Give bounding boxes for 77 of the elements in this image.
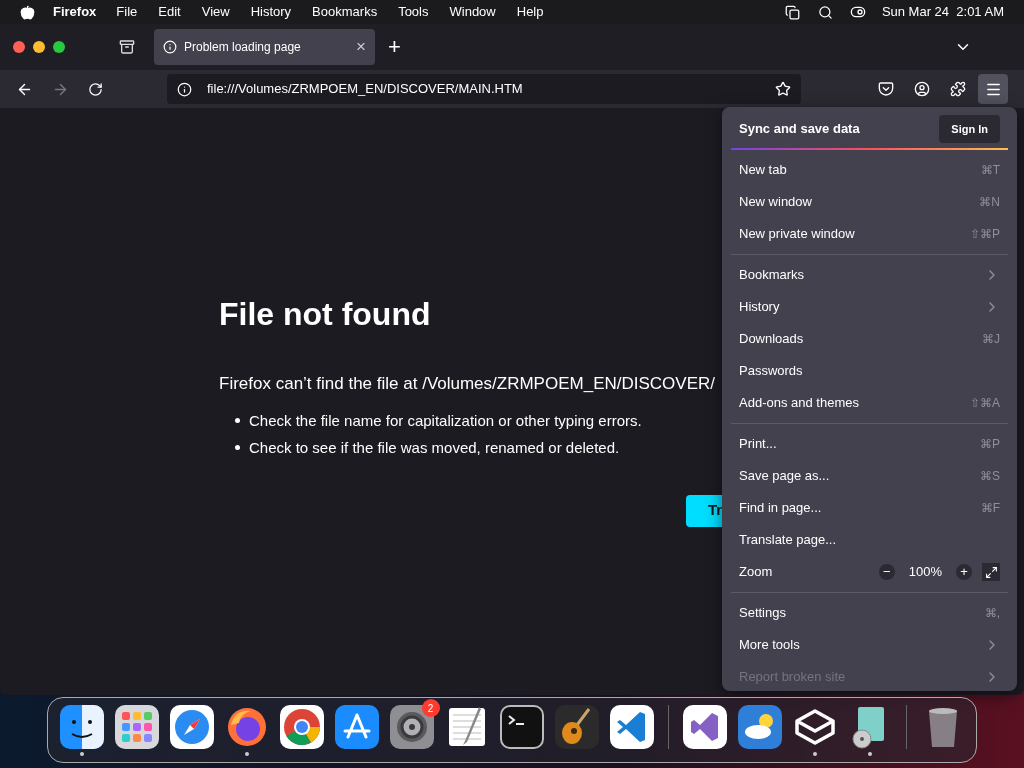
extensions-icon[interactable] bbox=[950, 81, 966, 97]
apple-logo-icon[interactable] bbox=[20, 4, 35, 20]
menu-item[interactable]: Downloads ⌘J bbox=[731, 323, 1008, 355]
cloud-sun-icon[interactable] bbox=[737, 705, 782, 749]
menu-bar-item[interactable]: Help bbox=[516, 2, 544, 22]
submenu-item[interactable]: History bbox=[731, 291, 1008, 323]
pocket-icon[interactable] bbox=[878, 81, 894, 97]
fullscreen-button[interactable] bbox=[982, 563, 1000, 581]
menu-bar-item[interactable]: Tools bbox=[398, 2, 429, 22]
shortcut-text: ⌘N bbox=[979, 194, 1000, 211]
submenu-item[interactable]: More tools bbox=[731, 629, 1008, 661]
shortcut-text: ⌘T bbox=[980, 162, 1000, 179]
new-tab-button[interactable]: + bbox=[388, 36, 401, 58]
menu-bar-item[interactable]: File bbox=[116, 2, 138, 22]
submenu-item[interactable]: Bookmarks bbox=[731, 259, 1008, 291]
close-window-button[interactable] bbox=[13, 41, 25, 53]
gear-icon[interactable] bbox=[389, 705, 434, 749]
minimize-window-button[interactable] bbox=[33, 41, 45, 53]
sync-heading: Sync and save data bbox=[739, 120, 860, 139]
zoom-level: 100% bbox=[908, 563, 942, 582]
tip-text: Check the file name for capitalization or other typing errors. bbox=[249, 410, 642, 431]
menu-bar-item[interactable]: View bbox=[201, 2, 230, 22]
menu-bar-item[interactable]: Bookmarks bbox=[312, 2, 378, 22]
shortcut-text: ⌘J bbox=[982, 331, 1000, 348]
tab-title: Problem loading page bbox=[184, 39, 302, 56]
menu-item[interactable]: New window ⌘N bbox=[731, 186, 1008, 218]
sign-in-button[interactable]: Sign In bbox=[939, 114, 1000, 144]
zoom-out-button[interactable]: − bbox=[878, 564, 895, 580]
shortcut-text: ⇧⌘P bbox=[970, 226, 1000, 243]
menu-item[interactable]: Find in page... ⌘F bbox=[731, 492, 1008, 524]
error-title: File not found bbox=[219, 298, 431, 330]
menu-item[interactable]: Settings ⌘, bbox=[731, 597, 1008, 629]
account-icon[interactable] bbox=[914, 81, 930, 97]
menu-item[interactable]: Translate page... bbox=[731, 524, 1008, 556]
try-again-button[interactable]: Tr bbox=[686, 494, 722, 527]
clock[interactable]: Sun Mar 24 2:01 AM bbox=[881, 2, 1004, 22]
error-message: Firefox can’t find the file at /Volumes/ZRMPOEM_EN/DISCOVER/ bbox=[219, 373, 715, 395]
guitar-icon[interactable] bbox=[554, 705, 599, 749]
menu-item[interactable]: Print... ⌘P bbox=[731, 428, 1008, 460]
shortcut-text: ⌘P bbox=[980, 436, 1000, 453]
address-field[interactable]: file:///Volumes/ZRMPOEM_EN/DISCOVER/MAIN.HTM bbox=[167, 74, 801, 104]
compass-icon[interactable] bbox=[169, 705, 214, 749]
shortcut-text: ⌘S bbox=[980, 468, 1000, 485]
maximize-window-button[interactable] bbox=[53, 41, 65, 53]
zoom-label: Zoom bbox=[739, 563, 774, 582]
reload-icon[interactable] bbox=[88, 81, 103, 97]
menu-bar-item[interactable]: Window bbox=[449, 2, 496, 22]
menu-bar-item[interactable]: Edit bbox=[158, 2, 181, 22]
browser-tab[interactable]: Problem loading page × bbox=[154, 29, 375, 65]
control-center-icon[interactable] bbox=[849, 4, 866, 20]
menu-button[interactable] bbox=[978, 74, 1008, 104]
zoom-in-button[interactable]: + bbox=[956, 564, 972, 580]
menu-bar-item[interactable]: History bbox=[250, 2, 292, 22]
info-icon bbox=[163, 40, 177, 54]
terminal-icon[interactable] bbox=[499, 705, 544, 749]
menu-item[interactable]: Passwords bbox=[731, 355, 1008, 387]
menu-item[interactable]: New tab ⌘T bbox=[731, 154, 1008, 186]
info-icon[interactable] bbox=[177, 81, 192, 97]
search-icon[interactable] bbox=[817, 4, 833, 20]
tab-tray-icon[interactable] bbox=[119, 39, 135, 55]
code-editor-icon[interactable] bbox=[609, 705, 654, 749]
shortcut-text: ⌘F bbox=[980, 500, 1000, 517]
finder-icon[interactable] bbox=[59, 705, 104, 749]
close-tab-button[interactable]: × bbox=[356, 34, 366, 60]
app-grid-icon[interactable] bbox=[114, 705, 159, 749]
window-icon[interactable] bbox=[784, 4, 800, 20]
bookmark-star-icon[interactable] bbox=[775, 81, 791, 97]
shortcut-text: ⌘, bbox=[984, 605, 1000, 622]
tip-text: Check to see if the file was moved, renamed or deleted. bbox=[249, 437, 620, 458]
notification-badge: 2 bbox=[421, 699, 440, 717]
menu-item[interactable]: Add-ons and themes ⇧⌘A bbox=[731, 387, 1008, 419]
menu-item[interactable]: New private window ⇧⌘P bbox=[731, 218, 1008, 250]
app-name-menu[interactable]: Firefox bbox=[53, 2, 97, 22]
shortcut-text: ⇧⌘A bbox=[970, 395, 1000, 412]
url-text: file:///Volumes/ZRMPOEM_EN/DISCOVER/MAIN.HTM bbox=[207, 80, 524, 99]
app-store-icon[interactable] bbox=[334, 705, 379, 749]
menu-item[interactable]: Save page as... ⌘S bbox=[731, 460, 1008, 492]
